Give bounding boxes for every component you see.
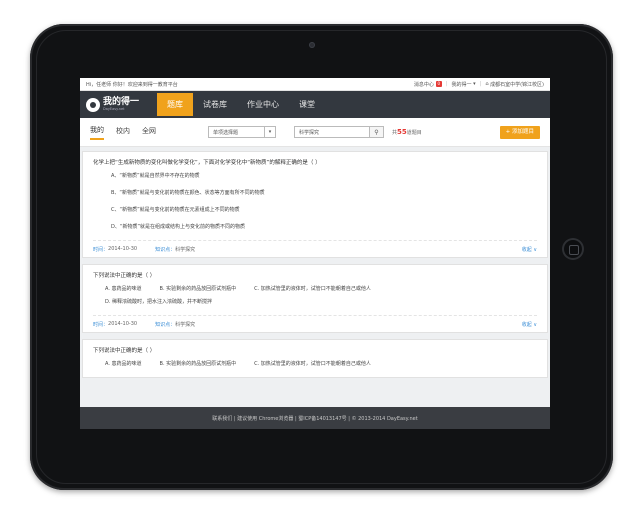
nav-classroom[interactable]: 课堂: [289, 91, 325, 118]
nav-paper-bank[interactable]: 试卷库: [193, 91, 237, 118]
option: D、“新物质”就是在组成或结构上与变化前的物质不同的物质: [111, 224, 246, 230]
search-icon[interactable]: ⚲: [370, 126, 384, 138]
message-count-badge: 0: [435, 81, 442, 87]
top-strip: Hi，任老师 你好！欢迎来到得一教育平台 消息中心 0 | 我的得一 ▾ | ⌂…: [80, 78, 550, 91]
camera-icon: [309, 42, 315, 48]
tab-all[interactable]: 全网: [142, 126, 156, 139]
my-account-link[interactable]: 我的得一: [452, 81, 472, 88]
question-card: 下列说法中正确的是（ ） A. 患药品的味道 B. 实验剩余的药品放回原试剂瓶中…: [82, 264, 548, 333]
question-card: 下列说法中正确的是（ ） A. 患药品的味道 B. 实验剩余的药品放回原试剂瓶中…: [82, 339, 548, 378]
question-meta: 时间： 2014-10-30 知识点： 科学探究 收起 ∨: [93, 240, 537, 253]
nav-homework-center[interactable]: 作业中心: [237, 91, 289, 118]
logo[interactable]: 我的得一 DayEasy.net: [86, 97, 140, 112]
footer: 联系我们 | 建议使用 Chrome浏览器 | 蜀ICP备14013147号 |…: [80, 407, 550, 429]
search-box: ⚲: [294, 126, 384, 138]
school-name: 成都石室中学(锦江校区): [490, 81, 544, 88]
question-title: 下列说法中正确的是（ ）: [93, 273, 156, 279]
home-button[interactable]: [562, 238, 584, 260]
message-center-link[interactable]: 消息中心 0: [414, 81, 442, 88]
question-count: 共55道题目: [392, 128, 422, 136]
question-date: 2014-10-30: [108, 321, 138, 327]
option: A、“新物质”就是自然界中不存在的物质: [111, 173, 200, 179]
options-row: A. 患药品的味道 B. 实验剩余的药品放回原试剂瓶中 C. 加热试管里的液体时…: [105, 286, 371, 292]
collapse-toggle[interactable]: 收起 ∨: [522, 321, 537, 328]
screen: Hi，任老师 你好！欢迎来到得一教育平台 消息中心 0 | 我的得一 ▾ | ⌂…: [80, 78, 550, 429]
add-question-button[interactable]: + 添加题目: [499, 125, 540, 139]
options-row: A. 患药品的味道 B. 实验剩余的药品放回原试剂瓶中 C. 加热试管里的液体时…: [105, 361, 371, 367]
knowledge-point: 科学探究: [175, 247, 196, 253]
chevron-down-icon: ▾: [471, 81, 476, 87]
greeting: Hi，任老师 你好！欢迎来到得一教育平台: [86, 81, 178, 88]
main-nav: 我的得一 DayEasy.net 题库 试卷库 作业中心 课堂: [80, 91, 550, 118]
tab-school[interactable]: 校内: [116, 126, 130, 139]
filter-bar: 我的 校内 全网 单项选择题 ▾ ⚲ 共55道题目 + 添加题目: [80, 118, 550, 147]
question-title: 化学上把“生成新物质的变化叫做化学变化”，下面对化学变化中“新物质”的解释正确的…: [93, 160, 321, 166]
logo-icon: [86, 97, 100, 112]
option: C、“新物质”就是与变化前的物质在元素组成上不同的物质: [111, 207, 240, 213]
collapse-toggle[interactable]: 收起 ∨: [522, 246, 537, 253]
question-title: 下列说法中正确的是（ ）: [93, 348, 156, 354]
dropdown-arrow-icon: ▾: [264, 127, 275, 137]
knowledge-point: 科学探究: [175, 322, 196, 328]
nav-question-bank[interactable]: 题库: [157, 93, 194, 116]
search-input[interactable]: [294, 126, 370, 138]
tab-mine[interactable]: 我的: [90, 125, 104, 140]
question-date: 2014-10-30: [108, 246, 138, 252]
question-type-select[interactable]: 单项选择题 ▾: [208, 126, 276, 138]
option: D. 稀释浓硫酸时，把水注入浓硫酸，并不断搅拌: [105, 299, 213, 305]
logo-name: 我的得一: [103, 97, 140, 107]
question-card: 化学上把“生成新物质的变化叫做化学变化”，下面对化学变化中“新物质”的解释正确的…: [82, 151, 548, 258]
question-meta: 时间： 2014-10-30 知识点： 科学探究 收起 ∨: [93, 315, 537, 328]
logo-sub: DayEasy.net: [103, 107, 125, 111]
option: B、“新物质”就是与变化前的物质在颜色、状态等方面有所不同的物质: [111, 190, 265, 196]
